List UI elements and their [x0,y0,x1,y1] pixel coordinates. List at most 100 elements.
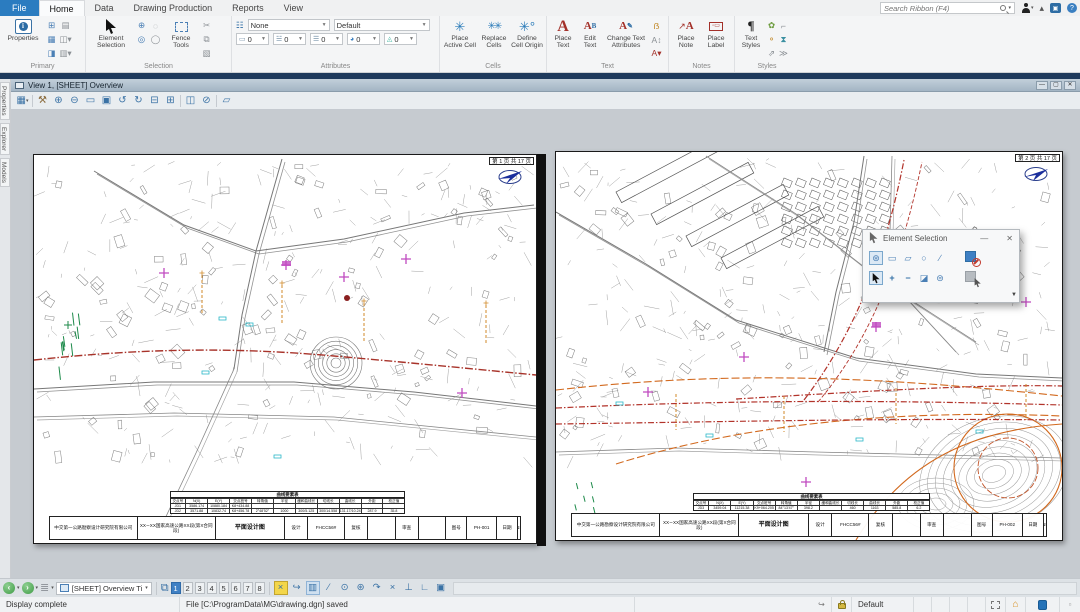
user-account-button[interactable]: ▾ [1018,0,1037,16]
ribbon-search-box[interactable]: ▾ [880,2,1015,14]
connect-button[interactable]: ▣ [1047,0,1064,16]
place-note-button[interactable]: ↗A Place Note [672,17,700,61]
active-level-combo[interactable]: Default▼ [334,19,430,31]
view-titlebar[interactable]: View 1, [SHEET] Overview — ▢ ✕ [11,79,1080,92]
select-all-button[interactable] [965,271,980,286]
mode-clear-button[interactable]: ⊜ [933,271,947,285]
element-selection-button[interactable]: Element Selection [89,17,133,61]
tab-data[interactable]: Data [85,0,124,16]
minimize-ribbon-button[interactable]: ▴ [1036,0,1047,16]
view-close-button[interactable]: ✕ [1064,81,1076,90]
place-label-button[interactable]: ◦▭ Place Label [702,17,730,61]
view-toggle-7[interactable]: 7 [243,582,253,594]
paste-element-icon[interactable]: ▧ [200,47,213,60]
snap-mode-indicator[interactable]: ↪ [812,597,832,612]
text-styles-button[interactable]: ¶ Text Styles [738,17,764,61]
mode-invert-button[interactable]: ◪ [917,271,931,285]
intersection-snap-button[interactable]: × [386,581,400,595]
nearest-snap-button[interactable]: ↪ [290,581,304,595]
more-primary-button[interactable]: ▥▾ [59,47,72,60]
tab-file[interactable]: File [0,0,39,16]
bisector-snap-button[interactable]: ↷ [370,581,384,595]
dimension-styles-icon[interactable]: ✿ [766,19,777,32]
annotation-scale-icon[interactable]: ⚬ [766,33,777,46]
define-cell-origin-button[interactable]: ✳° Define Cell Origin [511,17,543,61]
active-level-indicator[interactable]: Default [852,597,914,612]
place-active-cell-button[interactable]: ✳ Place Active Cell [443,17,477,61]
perpendicular-snap-button[interactable]: ∟ [418,581,432,595]
fence-indicator[interactable]: ⌂ [1006,597,1026,612]
clip-volume-button[interactable]: ⊘ [200,94,213,108]
center-snap-button[interactable]: ⊙ [338,581,352,595]
method-individual-button[interactable]: ⊛ [869,251,883,265]
styles-extra-icon[interactable]: ⇗ [766,47,777,60]
edit-text-button[interactable]: AB Edit Text [578,17,602,61]
properties-button[interactable]: i Properties [3,17,43,61]
method-circle-button[interactable]: ○ [917,251,931,265]
dialog-expand-arrow[interactable]: ▼ [1011,292,1017,298]
zoom-out-button[interactable]: ⊖ [68,94,81,108]
multipoint-snap-button[interactable]: ▣ [434,581,448,595]
references-button[interactable]: ▤ [59,19,72,32]
select-by-circle-icon[interactable]: ⊕ [135,19,148,32]
explorer-button[interactable]: ⊞ [45,19,58,32]
locks-indicator[interactable] [832,597,852,612]
tangent-snap-button[interactable]: ⊥ [402,581,416,595]
mode-new-button[interactable] [869,271,883,285]
view-toggle-1[interactable]: 1 [171,582,181,594]
view-minimize-button[interactable]: — [1036,81,1048,90]
view-history-dropdown[interactable]: ▾ [51,585,54,591]
midpoint-snap-button[interactable]: ∕ [322,581,336,595]
mode-subtract-button[interactable]: − [901,271,915,285]
active-color-combo[interactable]: ▭0▼ [236,33,269,45]
window-area-button[interactable]: ▭ [84,94,97,108]
fit-view-button[interactable]: ▣ [100,94,113,108]
view-history-button[interactable]: ≣ [40,583,49,594]
view-windows-icon[interactable]: ⧉ [161,582,169,595]
selection-set-indicator[interactable] [986,597,1006,612]
tab-drawing-production[interactable]: Drawing Production [124,0,223,16]
view-display-style-button[interactable]: ▦▾ [16,94,29,108]
styles-more-icon[interactable]: ⧗ [778,33,789,46]
view-group-selector[interactable]: [SHEET] Overview Ti ▾ [56,582,152,595]
pan-view-button[interactable]: ↻ [132,94,145,108]
active-priority-combo[interactable]: ◬0▼ [384,33,417,45]
back-dropdown[interactable]: ▾ [17,585,20,591]
more-text-icon[interactable]: A▾ [650,47,663,60]
origin-snap-button[interactable]: ⊛ [354,581,368,595]
view-restore-button[interactable]: ▢ [1050,81,1062,90]
dgn-work-mode-indicator[interactable] [1026,597,1060,612]
place-text-button[interactable]: A Place Text [550,17,576,61]
select-by-line-icon[interactable]: ◎ [135,33,148,46]
view-toggle-3[interactable]: 3 [195,582,205,594]
search-dropdown-icon[interactable]: ▾ [1008,5,1011,11]
help-button[interactable]: ? [1064,0,1080,16]
active-line-weight-combo[interactable]: ☰0▼ [310,33,343,45]
element-selection-dialog-titlebar[interactable]: Element Selection — ✕ [863,230,1019,246]
clip-mask-button[interactable]: ▱ [220,94,233,108]
view-next-button[interactable]: ⊞ [164,94,177,108]
copy-view-button[interactable]: ◫ [184,94,197,108]
forward-dropdown[interactable]: ▾ [36,585,39,591]
sidebar-tab-models[interactable]: Models [0,158,10,187]
sheet-1[interactable]: 第 1 页 共 17 页 曲线要素表交点号N(X)E(Y)交点桩号转角值半径缓和… [33,154,537,544]
method-line-button[interactable]: ∕ [933,251,947,265]
rotate-view-button[interactable]: ↺ [116,94,129,108]
method-block-button[interactable]: ▭ [885,251,899,265]
fence-tools-button[interactable]: Fence Tools [164,17,198,61]
drawing-canvas[interactable]: 第 1 页 共 17 页 曲线要素表交点号N(X)E(Y)交点桩号转角值半径缓和… [11,110,1080,578]
active-element-template-combo[interactable]: None▼ [248,19,330,31]
view-toggle-4[interactable]: 4 [207,582,217,594]
level-display-button[interactable]: ◨ [45,47,58,60]
sidebar-tab-explorer[interactable]: Explorer [0,123,10,155]
view-toggle-8[interactable]: 8 [255,582,265,594]
view-previous-button[interactable]: ⊟ [148,94,161,108]
accusnap-toggle[interactable]: × [274,581,288,595]
active-line-style-combo[interactable]: ☱0▼ [273,33,306,45]
spell-check-icon[interactable]: ẞ [650,19,663,32]
disable-handles-button[interactable] [965,251,980,266]
keypoint-snap-button[interactable]: ▥ [306,581,320,595]
element-styles-icon[interactable]: ⌐ [778,19,789,32]
view-adjust-button[interactable]: ⚒ [36,94,49,108]
paste-button[interactable]: ▦ [45,33,58,46]
